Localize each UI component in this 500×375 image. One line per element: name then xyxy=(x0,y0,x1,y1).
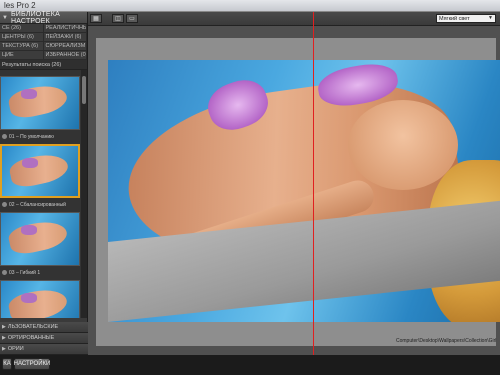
search-results-header: Результаты поиска (26) xyxy=(0,60,87,70)
preset-label: 01 – По умолчанию xyxy=(9,133,54,140)
preset-label-row[interactable]: 02 – Сбалансированный xyxy=(0,200,80,209)
preset-dropdown-value: Мягкий свет xyxy=(439,15,470,22)
preset-dropdown[interactable]: Мягкий свет ▼ xyxy=(436,14,496,23)
category-item[interactable]: ЦЕНТРЫ (6) xyxy=(0,33,44,42)
favorite-dot-icon[interactable] xyxy=(2,134,7,139)
category-section-label: ОРТИРОВАННЫЕ xyxy=(7,335,55,341)
thumbnail-scrollbar[interactable] xyxy=(81,70,87,318)
preview-photo[interactable] xyxy=(108,60,500,322)
category-item[interactable]: РЕАЛИСТИЧНЫЕ (26) xyxy=(43,24,87,33)
preset-thumbnail[interactable] xyxy=(0,212,80,266)
category-grid: СЕ (26) РЕАЛИСТИЧНЫЕ (26) ЦЕНТРЫ (6) ПЕЙ… xyxy=(0,24,87,60)
preset-label-row[interactable]: 03 – Гибкий 1 xyxy=(0,268,80,277)
thumbnail-swimsuit xyxy=(21,293,37,303)
category-section-label: ОРИИ xyxy=(7,346,24,352)
preset-label: 02 – Сбалансированный xyxy=(9,201,66,208)
thumbnail-swimsuit xyxy=(22,158,38,168)
thumbnail-figure xyxy=(7,150,71,190)
category-section-label: ЛЬЗОВАТЕЛЬСКИЕ xyxy=(7,324,59,330)
split-view-icon[interactable]: ◫ xyxy=(112,14,124,23)
preset-thumbnail[interactable] xyxy=(0,76,80,130)
expand-triangle-icon[interactable]: ▶ xyxy=(2,346,6,352)
thumbnail-figure xyxy=(6,81,70,121)
thumbnail-figure xyxy=(6,217,70,257)
preview-toolbar: ▦ ◫ ▭ Мягкий свет ▼ xyxy=(88,12,500,26)
category-section-imported[interactable]: ▶ ОРТИРОВАННЫЕ xyxy=(0,333,88,344)
library-title: БИБЛИОТЕКА НАСТРОЕК xyxy=(10,10,60,25)
bottom-button-bar: КА НАСТРОЙКИ xyxy=(0,355,500,375)
photo-face xyxy=(348,100,458,190)
expand-triangle-icon[interactable]: ▶ xyxy=(2,335,6,341)
favorite-dot-icon[interactable] xyxy=(2,270,7,275)
category-section-user[interactable]: ▶ ЛЬЗОВАТЕЛЬСКИЕ xyxy=(0,322,88,333)
grid-icon[interactable]: ▦ xyxy=(90,14,102,23)
category-item[interactable]: СЕ (26) xyxy=(0,24,44,33)
thumbnail-swimsuit xyxy=(21,225,37,235)
thumbnail-figure xyxy=(6,285,70,318)
search-results-title: Результаты поиска (26) xyxy=(2,61,62,68)
preset-label-row[interactable]: 01 – По умолчанию xyxy=(0,132,80,141)
file-path-caption: Computer\Desktop\Wallpapers\Collection\G… xyxy=(396,338,497,344)
preset-thumbnail-list: 01 – По умолчанию 02 – Сбалансированный … xyxy=(0,70,87,318)
favorite-dot-icon[interactable] xyxy=(2,202,7,207)
left-panel: ▼ БИБЛИОТЕКА НАСТРОЕК СЕ (26) РЕАЛИСТИЧН… xyxy=(0,10,88,363)
category-item[interactable]: СЮРРЕАЛИЗМ (6) xyxy=(43,42,87,51)
collapse-triangle-icon[interactable]: ▼ xyxy=(2,15,8,21)
split-divider-handle[interactable] xyxy=(313,12,314,355)
category-item[interactable]: ИЗБРАННОЕ (0) xyxy=(43,51,87,60)
category-section-history[interactable]: ▶ ОРИИ xyxy=(0,344,88,355)
bottom-category-list: ▶ ЛЬЗОВАТЕЛЬСКИЕ ▶ ОРТИРОВАННЫЕ ▶ ОРИИ xyxy=(0,322,88,355)
settings-button[interactable]: НАСТРОЙКИ xyxy=(14,358,50,370)
preset-thumbnail[interactable] xyxy=(0,280,80,318)
left-button[interactable]: КА xyxy=(2,358,12,370)
category-item[interactable]: ПЕЙЗАЖИ (6) xyxy=(43,33,87,42)
scrollbar-knob[interactable] xyxy=(82,76,86,104)
category-item[interactable]: ТЕКСТУРА (6) xyxy=(0,42,44,51)
thumbnail-swimsuit xyxy=(21,89,37,99)
preset-thumbnail-selected[interactable] xyxy=(0,144,80,198)
library-header[interactable]: ▼ БИБЛИОТЕКА НАСТРОЕК xyxy=(0,10,87,25)
main-preview-area: ▦ ◫ ▭ Мягкий свет ▼ Computer\Desktop\Wal… xyxy=(88,12,500,355)
chevron-down-icon: ▼ xyxy=(488,15,493,21)
category-item[interactable]: ЦИЕ xyxy=(0,51,44,60)
side-by-side-icon[interactable]: ▭ xyxy=(126,14,138,23)
expand-triangle-icon[interactable]: ▶ xyxy=(2,324,6,330)
preview-canvas[interactable]: Computer\Desktop\Wallpapers\Collection\G… xyxy=(96,38,500,346)
window-title: les Pro 2 xyxy=(4,1,36,10)
preset-label: 03 – Гибкий 1 xyxy=(9,269,41,276)
